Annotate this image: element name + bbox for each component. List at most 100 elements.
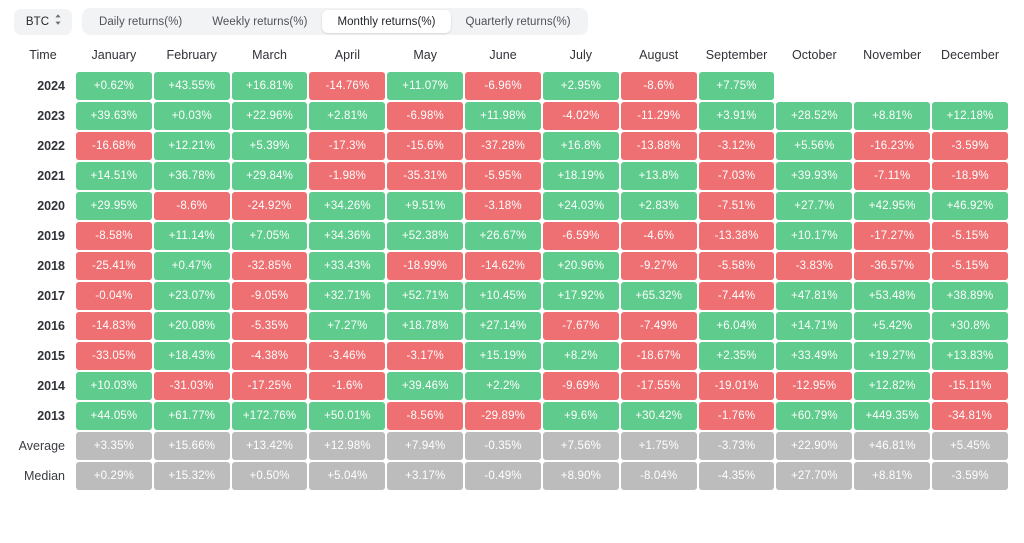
- cell-2019-january[interactable]: -8.58%: [76, 222, 152, 250]
- cell-2013-february[interactable]: +61.77%: [153, 402, 230, 430]
- cell-average-november[interactable]: +46.81%: [854, 432, 931, 460]
- cell-median-march[interactable]: +0.50%: [231, 462, 308, 490]
- cell-2014-december[interactable]: -15.11%: [932, 372, 1008, 400]
- cell-2018-january[interactable]: -25.41%: [76, 252, 152, 280]
- cell-2014-january[interactable]: +10.03%: [76, 372, 152, 400]
- cell-median-october[interactable]: +27.70%: [776, 462, 853, 490]
- cell-2013-may[interactable]: -8.56%: [387, 402, 464, 430]
- cell-average-february[interactable]: +15.66%: [153, 432, 230, 460]
- cell-2015-april[interactable]: -3.46%: [309, 342, 386, 370]
- cell-2023-may[interactable]: -6.98%: [387, 102, 464, 130]
- cell-2017-february[interactable]: +23.07%: [153, 282, 230, 310]
- cell-2020-october[interactable]: +27.7%: [776, 192, 853, 220]
- cell-2021-january[interactable]: +14.51%: [76, 162, 152, 190]
- cell-median-april[interactable]: +5.04%: [309, 462, 386, 490]
- cell-average-july[interactable]: +7.56%: [542, 432, 619, 460]
- cell-2015-june[interactable]: +15.19%: [465, 342, 541, 370]
- cell-2015-march[interactable]: -4.38%: [231, 342, 308, 370]
- cell-2014-may[interactable]: +39.46%: [387, 372, 464, 400]
- cell-2022-june[interactable]: -37.28%: [465, 132, 541, 160]
- cell-2020-december[interactable]: +46.92%: [932, 192, 1008, 220]
- cell-2019-april[interactable]: +34.36%: [309, 222, 386, 250]
- cell-2017-august[interactable]: +65.32%: [620, 282, 697, 310]
- cell-2015-november[interactable]: +19.27%: [854, 342, 931, 370]
- cell-2013-june[interactable]: -29.89%: [465, 402, 541, 430]
- cell-2022-september[interactable]: -3.12%: [698, 132, 775, 160]
- cell-2021-november[interactable]: -7.11%: [854, 162, 931, 190]
- cell-2023-january[interactable]: +39.63%: [76, 102, 152, 130]
- cell-2015-february[interactable]: +18.43%: [153, 342, 230, 370]
- cell-2014-november[interactable]: +12.82%: [854, 372, 931, 400]
- cell-2013-november[interactable]: +449.35%: [854, 402, 931, 430]
- cell-2020-july[interactable]: +24.03%: [542, 192, 619, 220]
- cell-2021-august[interactable]: +13.8%: [620, 162, 697, 190]
- cell-2018-july[interactable]: +20.96%: [542, 252, 619, 280]
- cell-2020-february[interactable]: -8.6%: [153, 192, 230, 220]
- cell-2024-april[interactable]: -14.76%: [309, 72, 386, 100]
- cell-2017-january[interactable]: -0.04%: [76, 282, 152, 310]
- cell-2024-may[interactable]: +11.07%: [387, 72, 464, 100]
- cell-2016-february[interactable]: +20.08%: [153, 312, 230, 340]
- cell-2019-august[interactable]: -4.6%: [620, 222, 697, 250]
- cell-2019-february[interactable]: +11.14%: [153, 222, 230, 250]
- cell-2013-october[interactable]: +60.79%: [776, 402, 853, 430]
- cell-2019-june[interactable]: +26.67%: [465, 222, 541, 250]
- cell-2024-march[interactable]: +16.81%: [231, 72, 308, 100]
- cell-2023-april[interactable]: +2.81%: [309, 102, 386, 130]
- cell-2024-january[interactable]: +0.62%: [76, 72, 152, 100]
- cell-2015-may[interactable]: -3.17%: [387, 342, 464, 370]
- tab-daily-returns[interactable]: Daily returns(%): [84, 10, 197, 33]
- cell-2022-march[interactable]: +5.39%: [231, 132, 308, 160]
- cell-2021-october[interactable]: +39.93%: [776, 162, 853, 190]
- cell-average-august[interactable]: +1.75%: [620, 432, 697, 460]
- cell-2024-july[interactable]: +2.95%: [542, 72, 619, 100]
- cell-2024-june[interactable]: -6.96%: [465, 72, 541, 100]
- cell-median-december[interactable]: -3.59%: [932, 462, 1008, 490]
- cell-2017-december[interactable]: +38.89%: [932, 282, 1008, 310]
- cell-2019-september[interactable]: -13.38%: [698, 222, 775, 250]
- cell-2024-september[interactable]: +7.75%: [698, 72, 775, 100]
- cell-2018-june[interactable]: -14.62%: [465, 252, 541, 280]
- cell-2013-march[interactable]: +172.76%: [231, 402, 308, 430]
- cell-2015-december[interactable]: +13.83%: [932, 342, 1008, 370]
- cell-2019-july[interactable]: -6.59%: [542, 222, 619, 250]
- cell-2022-february[interactable]: +12.21%: [153, 132, 230, 160]
- cell-2017-july[interactable]: +17.92%: [542, 282, 619, 310]
- cell-2016-august[interactable]: -7.49%: [620, 312, 697, 340]
- cell-2021-december[interactable]: -18.9%: [932, 162, 1008, 190]
- cell-2016-december[interactable]: +30.8%: [932, 312, 1008, 340]
- cell-2023-december[interactable]: +12.18%: [932, 102, 1008, 130]
- cell-2017-june[interactable]: +10.45%: [465, 282, 541, 310]
- cell-average-june[interactable]: -0.35%: [465, 432, 541, 460]
- cell-2023-july[interactable]: -4.02%: [542, 102, 619, 130]
- cell-2013-september[interactable]: -1.76%: [698, 402, 775, 430]
- cell-2017-november[interactable]: +53.48%: [854, 282, 931, 310]
- cell-2013-august[interactable]: +30.42%: [620, 402, 697, 430]
- cell-2016-september[interactable]: +6.04%: [698, 312, 775, 340]
- cell-2015-august[interactable]: -18.67%: [620, 342, 697, 370]
- cell-2022-august[interactable]: -13.88%: [620, 132, 697, 160]
- cell-2016-may[interactable]: +18.78%: [387, 312, 464, 340]
- cell-2019-october[interactable]: +10.17%: [776, 222, 853, 250]
- cell-2018-february[interactable]: +0.47%: [153, 252, 230, 280]
- cell-2022-december[interactable]: -3.59%: [932, 132, 1008, 160]
- cell-2018-march[interactable]: -32.85%: [231, 252, 308, 280]
- cell-2023-february[interactable]: +0.03%: [153, 102, 230, 130]
- cell-2014-july[interactable]: -9.69%: [542, 372, 619, 400]
- cell-2013-december[interactable]: -34.81%: [932, 402, 1008, 430]
- cell-median-january[interactable]: +0.29%: [76, 462, 152, 490]
- cell-2022-october[interactable]: +5.56%: [776, 132, 853, 160]
- cell-2018-december[interactable]: -5.15%: [932, 252, 1008, 280]
- cell-2022-april[interactable]: -17.3%: [309, 132, 386, 160]
- cell-2024-august[interactable]: -8.6%: [620, 72, 697, 100]
- tab-monthly-returns[interactable]: Monthly returns(%): [322, 10, 451, 33]
- cell-2023-august[interactable]: -11.29%: [620, 102, 697, 130]
- cell-2021-july[interactable]: +18.19%: [542, 162, 619, 190]
- cell-2018-september[interactable]: -5.58%: [698, 252, 775, 280]
- cell-2019-march[interactable]: +7.05%: [231, 222, 308, 250]
- cell-2016-june[interactable]: +27.14%: [465, 312, 541, 340]
- cell-2015-january[interactable]: -33.05%: [76, 342, 152, 370]
- cell-2013-january[interactable]: +44.05%: [76, 402, 152, 430]
- cell-2015-july[interactable]: +8.2%: [542, 342, 619, 370]
- cell-2018-may[interactable]: -18.99%: [387, 252, 464, 280]
